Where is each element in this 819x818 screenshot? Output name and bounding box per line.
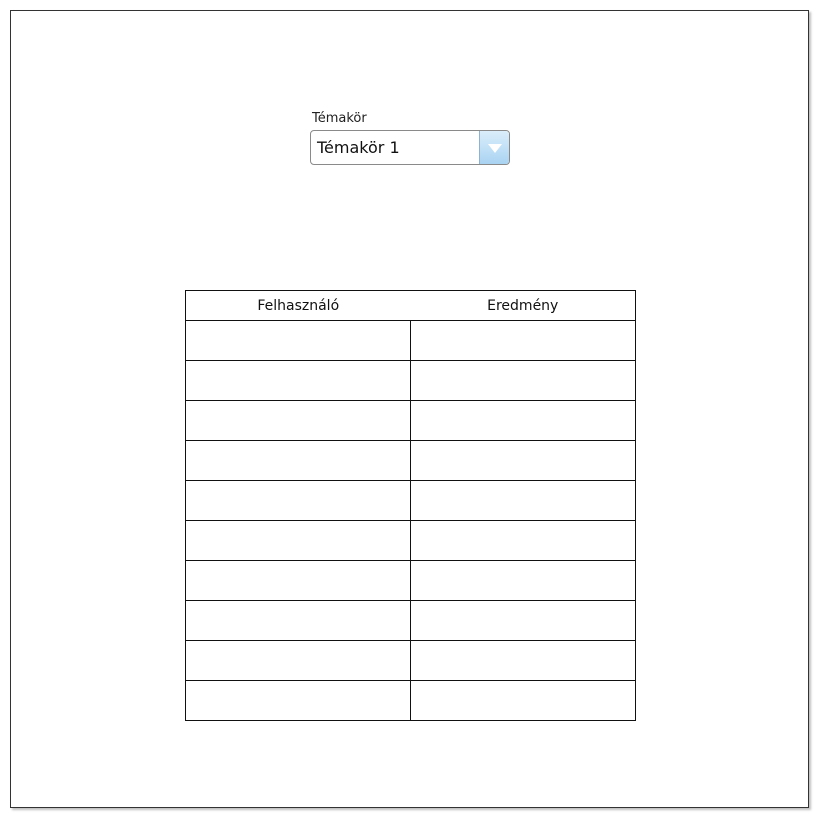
table-row [185,680,636,721]
cell-user [185,680,411,721]
cell-result [410,400,636,441]
cell-user [185,320,411,361]
cell-result [410,640,636,681]
cell-result [410,440,636,481]
cell-result [410,600,636,641]
cell-result [410,520,636,561]
table-row [185,600,636,641]
select-arrow-button[interactable] [479,131,509,164]
cell-user [185,600,411,641]
column-header-user: Felhasználó [185,290,411,321]
table-header-row: Felhasználó Eredmény [185,290,636,321]
cell-user [185,560,411,601]
column-header-result: Eredmény [410,290,636,321]
cell-result [410,360,636,401]
topic-select-value: Témakör 1 [317,138,400,157]
cell-result [410,680,636,721]
table-row [185,640,636,681]
cell-result [410,480,636,521]
table-row [185,400,636,441]
cell-result [410,560,636,601]
cell-result [410,320,636,361]
table-body [185,320,636,721]
cell-user [185,360,411,401]
table-row [185,480,636,521]
cell-user [185,520,411,561]
table-row [185,560,636,601]
results-table: Felhasználó Eredmény [185,290,636,721]
topic-select[interactable]: Témakör 1 [310,130,510,165]
cell-user [185,440,411,481]
cell-user [185,400,411,441]
table-row [185,360,636,401]
cell-user [185,480,411,521]
chevron-down-icon [488,144,502,153]
cell-user [185,640,411,681]
topic-label: Témakör [312,111,367,126]
table-row [185,320,636,361]
table-row [185,520,636,561]
table-row [185,440,636,481]
